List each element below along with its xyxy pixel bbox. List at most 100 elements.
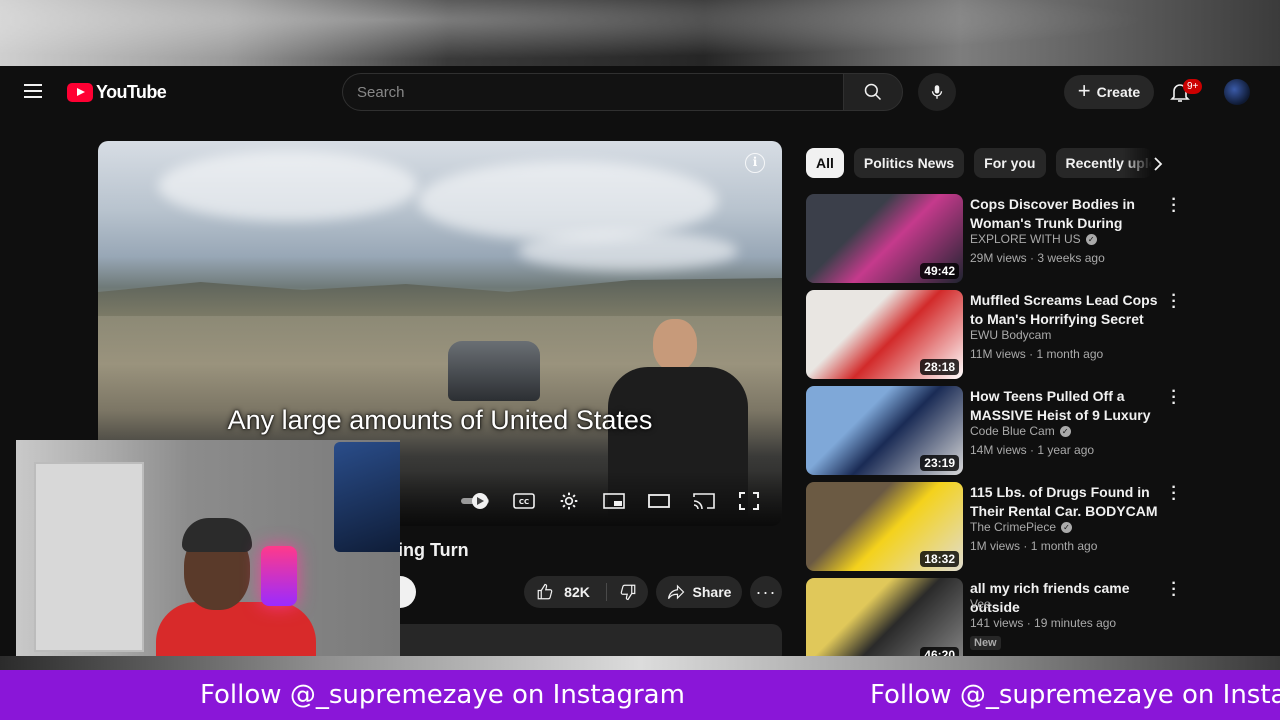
search-button[interactable] <box>843 73 903 111</box>
chip-recently-uploaded[interactable]: Recently uploaded <box>1055 148 1152 178</box>
hills-shape <box>98 278 782 316</box>
video-duration: 23:19 <box>920 455 959 471</box>
svg-text:CC: CC <box>519 498 529 506</box>
channel-name[interactable]: Vee <box>970 597 991 611</box>
video-title: ing Turn <box>398 540 469 560</box>
recommendation-item[interactable]: 18:32 115 Lbs. of Drugs Found in Their R… <box>806 480 1186 578</box>
channel-name[interactable]: The CrimePiece ✓ <box>970 520 1073 534</box>
info-icon[interactable]: i <box>745 153 765 173</box>
gear-icon <box>560 492 578 510</box>
video-thumbnail[interactable]: 46:20 <box>806 578 963 656</box>
autoplay-toggle[interactable] <box>460 491 492 511</box>
youtube-logo[interactable]: YouTube <box>67 81 167 103</box>
more-vertical-icon[interactable]: · · · <box>1170 576 1178 604</box>
monitor-shape <box>334 442 400 552</box>
logo-text: YouTube <box>96 81 167 102</box>
video-meta: 1M views · 1 month ago <box>970 539 1098 553</box>
new-badge: New <box>970 636 1001 650</box>
filter-chips: All Politics News For you Recently uploa… <box>806 148 1170 180</box>
streamer-shirt <box>156 602 316 656</box>
cast-button[interactable] <box>692 491 716 511</box>
more-vertical-icon[interactable]: · · · <box>1170 480 1178 508</box>
channel-name[interactable]: EXPLORE WITH US ✓ <box>970 232 1097 246</box>
microphone-icon <box>931 85 943 99</box>
upload-age: 1 year ago <box>1037 443 1095 457</box>
masthead: YouTube + Create 9+ <box>0 66 1280 118</box>
chip-politics-news[interactable]: Politics News <box>853 148 965 178</box>
banner-divider <box>0 656 1280 670</box>
verified-icon: ✓ <box>1061 521 1073 533</box>
channel-label: Code Blue Cam <box>970 424 1055 438</box>
search-box <box>342 73 844 111</box>
stream-background <box>0 0 1280 66</box>
verified-icon: ✓ <box>1059 425 1071 437</box>
hamburger-menu-icon[interactable] <box>24 84 42 98</box>
channel-label: EWU Bodycam <box>970 328 1052 342</box>
share-button[interactable]: Share <box>656 576 742 608</box>
car-shape <box>448 341 540 401</box>
fullscreen-button[interactable] <box>737 491 761 511</box>
recommendation-item[interactable]: 28:18 Muffled Screams Lead Cops to Man's… <box>806 288 1186 386</box>
thumbs-down-icon <box>620 584 636 601</box>
chip-for-you[interactable]: For you <box>974 148 1046 178</box>
view-count: 29M views <box>970 251 1027 265</box>
recommendation-item[interactable]: 46:20 all my rich friends came outside V… <box>806 576 1186 656</box>
video-duration: 46:20 <box>920 647 959 656</box>
theater-icon <box>648 494 670 508</box>
thumbs-up-icon <box>537 583 553 600</box>
video-title-link[interactable]: Muffled Screams Lead Cops to Man's Horri… <box>970 291 1160 329</box>
chevron-right-icon[interactable] <box>1148 154 1168 174</box>
video-title-link[interactable]: all my rich friends came outside <box>970 579 1160 617</box>
video-duration: 49:42 <box>920 263 959 279</box>
video-thumbnail[interactable]: 49:42 <box>806 194 963 283</box>
like-button[interactable]: 82K <box>524 576 602 608</box>
channel-name[interactable]: EWU Bodycam <box>970 328 1051 342</box>
cloud-shape <box>418 161 718 241</box>
banner-text: Follow @_supremezaye on Instagram <box>200 680 685 710</box>
channel-name[interactable]: Code Blue Cam ✓ <box>970 424 1071 438</box>
captions-button[interactable]: CC <box>512 491 536 511</box>
video-thumbnail[interactable]: 18:32 <box>806 482 963 571</box>
video-title-link[interactable]: 115 Lbs. of Drugs Found in Their Rental … <box>970 483 1160 521</box>
view-count: 14M views <box>970 443 1027 457</box>
officer-head <box>653 319 697 371</box>
dislike-button[interactable] <box>608 576 648 608</box>
search-icon <box>864 83 882 101</box>
create-button[interactable]: + Create <box>1064 75 1154 109</box>
more-actions-button[interactable]: ··· <box>750 576 782 608</box>
cloud-shape <box>158 151 418 221</box>
voice-search-button[interactable] <box>918 73 956 111</box>
microphone-light <box>261 546 297 606</box>
more-vertical-icon[interactable]: · · · <box>1170 288 1178 316</box>
description-box[interactable] <box>386 624 782 656</box>
view-count: 1M views <box>970 539 1021 553</box>
video-title-link[interactable]: How Teens Pulled Off a MASSIVE Heist of … <box>970 387 1160 425</box>
video-thumbnail[interactable]: 23:19 <box>806 386 963 475</box>
create-label: Create <box>1096 84 1141 100</box>
more-vertical-icon[interactable]: · · · <box>1170 192 1178 220</box>
video-caption: Any large amounts of United States <box>227 405 653 435</box>
view-count: 141 views <box>970 616 1024 630</box>
video-duration: 28:18 <box>920 359 959 375</box>
follow-banner: n Follow @_supremezaye on Instagram Foll… <box>0 670 1280 720</box>
search-input[interactable] <box>343 74 844 110</box>
like-divider <box>606 583 607 601</box>
account-avatar[interactable] <box>1224 79 1250 105</box>
recommendation-item[interactable]: 23:19 How Teens Pulled Off a MASSIVE Hei… <box>806 384 1186 482</box>
video-meta: 11M views · 1 month ago <box>970 347 1104 361</box>
miniplayer-button[interactable] <box>602 491 626 511</box>
video-title-link[interactable]: Cops Discover Bodies in Woman's Trunk Du… <box>970 195 1160 233</box>
fullscreen-icon <box>739 492 759 510</box>
theater-mode-button[interactable] <box>647 491 671 511</box>
video-meta: 14M views · 1 year ago <box>970 443 1095 457</box>
video-thumbnail[interactable]: 28:18 <box>806 290 963 379</box>
like-count: 82K <box>564 584 590 600</box>
recommendation-item[interactable]: 49:42 Cops Discover Bodies in Woman's Tr… <box>806 192 1186 290</box>
captions-icon: CC <box>513 493 535 509</box>
settings-button[interactable] <box>557 491 581 511</box>
door-shape <box>34 462 144 652</box>
chip-all[interactable]: All <box>806 148 844 178</box>
youtube-play-icon <box>67 82 93 102</box>
more-vertical-icon[interactable]: · · · <box>1170 384 1178 412</box>
share-label: Share <box>692 584 732 600</box>
